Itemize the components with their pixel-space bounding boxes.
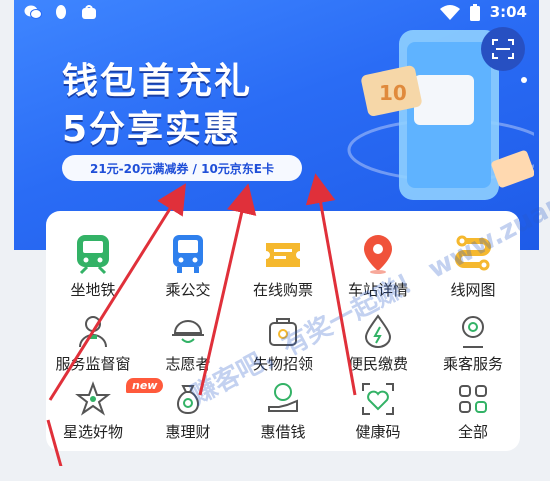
bottom-spacer (0, 466, 550, 481)
red-arrow (305, 173, 357, 396)
red-arrow (46, 419, 64, 471)
red-arrow (48, 183, 186, 401)
annotation-arrows (46, 173, 357, 471)
red-arrow (198, 183, 257, 396)
